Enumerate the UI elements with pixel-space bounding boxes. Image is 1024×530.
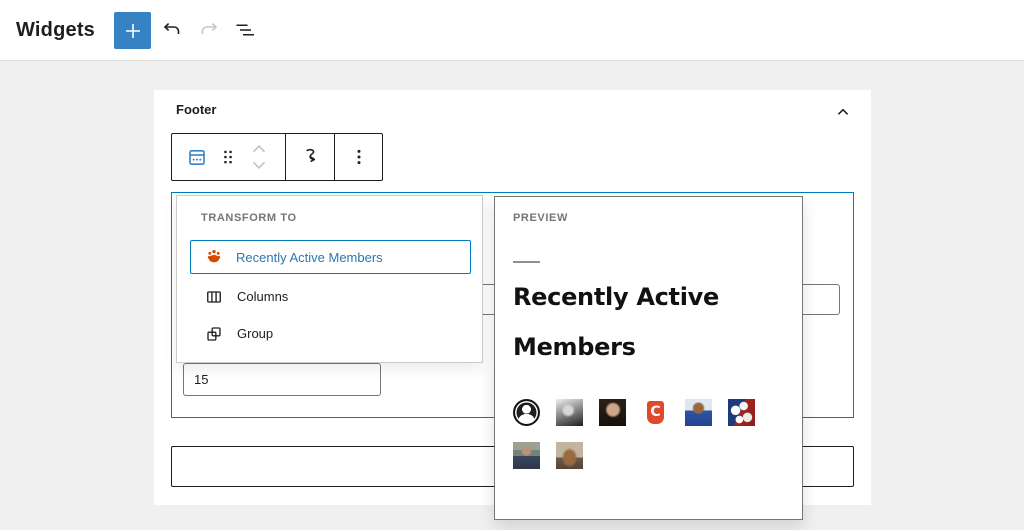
preview-avatars: C xyxy=(513,399,775,469)
preview-label: PREVIEW xyxy=(513,212,568,224)
redo-icon xyxy=(197,18,221,42)
menu-item-recently-active-members[interactable]: Recently Active Members xyxy=(190,240,471,274)
chevron-down-small-icon xyxy=(248,159,270,173)
editor-top-bar: Widgets xyxy=(0,0,1024,61)
avatar-man-outdoors xyxy=(513,442,540,469)
transform-arrow-icon xyxy=(298,145,322,169)
add-block-button[interactable] xyxy=(114,12,151,49)
options-button[interactable] xyxy=(347,139,371,175)
move-down-button[interactable] xyxy=(247,157,271,175)
panel-title: Footer xyxy=(176,102,216,117)
menu-item-group[interactable]: Group xyxy=(190,315,471,352)
menu-item-label: Columns xyxy=(237,289,288,304)
buddypress-members-icon xyxy=(204,247,224,267)
toolbar-segment-options xyxy=(334,134,382,180)
list-view-icon xyxy=(233,18,257,42)
page-title: Widgets xyxy=(16,0,95,61)
list-view-button[interactable] xyxy=(229,14,261,46)
drag-handle-icon xyxy=(216,145,240,169)
transform-button[interactable] xyxy=(298,139,322,175)
redo-button[interactable] xyxy=(193,14,225,46)
chevron-up-icon[interactable] xyxy=(829,98,857,126)
avatar-white-flowers xyxy=(728,399,755,426)
letter-badge: C xyxy=(647,401,664,424)
preview-separator xyxy=(513,261,540,263)
avatar-default-silhouette xyxy=(513,399,540,426)
preview-popover: PREVIEW Recently Active Members C xyxy=(494,196,803,520)
avatar-bald-man xyxy=(599,399,626,426)
preview-heading: Recently Active Members xyxy=(513,272,781,372)
group-icon xyxy=(204,324,224,344)
undo-button[interactable] xyxy=(156,14,188,46)
move-up-button[interactable] xyxy=(247,139,271,157)
menu-item-label: Recently Active Members xyxy=(236,250,383,265)
transform-menu-label: TRANSFORM TO xyxy=(201,212,297,224)
block-type-button[interactable] xyxy=(185,139,209,175)
avatar-bearded-man xyxy=(556,442,583,469)
drag-handle-button[interactable] xyxy=(216,139,240,175)
undo-icon xyxy=(160,18,184,42)
chevron-up-small-icon xyxy=(248,141,270,155)
toolbar-segment-block xyxy=(172,134,285,180)
transform-dropdown: TRANSFORM TO Recently Active Members Col… xyxy=(176,195,483,363)
avatar-grayscale-person-glasses xyxy=(556,399,583,426)
toolbar-segment-transform xyxy=(285,134,334,180)
calendar-icon xyxy=(185,145,209,169)
ellipsis-vertical-icon xyxy=(347,145,371,169)
columns-icon xyxy=(204,287,224,307)
block-mover xyxy=(247,137,271,177)
footer-panel-header[interactable]: Footer xyxy=(154,90,871,134)
avatar-letter-c-badge: C xyxy=(642,399,669,426)
block-toolbar xyxy=(171,133,383,181)
menu-item-columns[interactable]: Columns xyxy=(190,278,471,315)
plus-icon xyxy=(121,19,145,43)
menu-item-label: Group xyxy=(237,326,273,341)
members-count-input[interactable] xyxy=(183,363,381,396)
avatar-person-blue-shirt xyxy=(685,399,712,426)
